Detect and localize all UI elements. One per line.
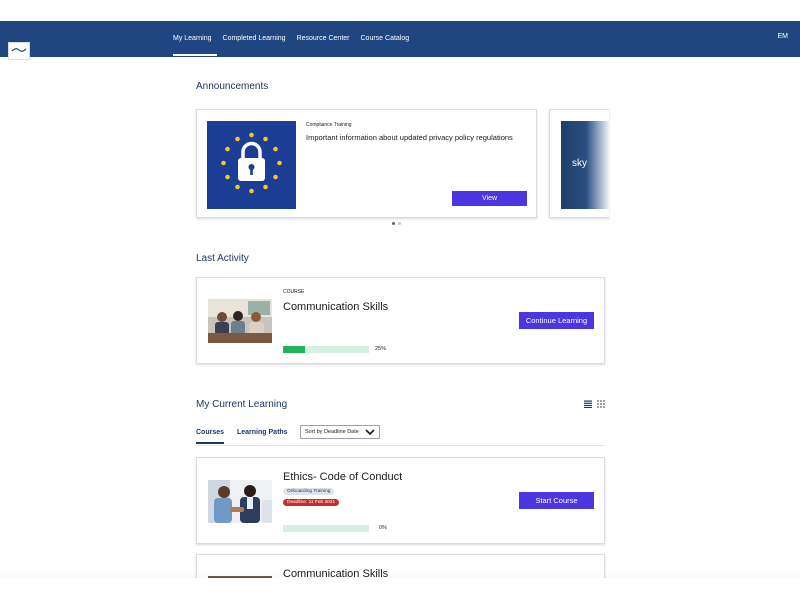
deadline-badge: Deadline: 11 Feb 2021 bbox=[283, 499, 340, 506]
course-tag-badge: Onboarding Training bbox=[283, 488, 335, 495]
nav-my-learning[interactable]: My Learning bbox=[173, 21, 217, 57]
course-card: Ethics- Code of Conduct Onboarding Train… bbox=[196, 457, 605, 544]
activity-progress-fill bbox=[283, 346, 305, 353]
announcement-card: Compliance Training Important informatio… bbox=[196, 109, 537, 218]
nav-course-catalog[interactable]: Course Catalog bbox=[361, 21, 415, 57]
communication-skills-thumbnail bbox=[208, 299, 272, 343]
course-progress-bar bbox=[283, 525, 369, 532]
activity-category: COURSE bbox=[283, 289, 305, 295]
sort-dropdown[interactable]: Sort by Deadline Date bbox=[300, 425, 380, 439]
activity-course-title: Communication Skills bbox=[283, 301, 389, 313]
announcement-image-text: sky bbox=[572, 158, 587, 169]
chevron-down-icon bbox=[365, 429, 375, 436]
handshake-image bbox=[208, 480, 272, 523]
continue-learning-button[interactable]: Continue Learning bbox=[519, 312, 594, 329]
carousel-dot-2[interactable] bbox=[398, 222, 401, 225]
user-avatar[interactable]: EM bbox=[778, 33, 789, 40]
nav-completed-learning[interactable]: Completed Learning bbox=[223, 21, 291, 57]
grid-view-icon[interactable] bbox=[597, 400, 605, 408]
company-logo[interactable] bbox=[8, 42, 30, 60]
activity-progress-label: 25% bbox=[375, 346, 387, 352]
padlock-icon bbox=[221, 132, 282, 194]
people-meeting-image bbox=[208, 299, 272, 343]
announcement-card-next[interactable]: sky bbox=[549, 109, 609, 218]
last-activity-card: COURSE Communication Skills 25% Continue… bbox=[196, 277, 605, 364]
announcement-text: Important information about updated priv… bbox=[306, 133, 513, 142]
announcement-category: Compliance Training bbox=[306, 122, 352, 128]
sort-label: Sort by Deadline Date bbox=[305, 429, 359, 435]
nav-resource-center[interactable]: Resource Center bbox=[297, 21, 355, 57]
course-progress-label: 0% bbox=[379, 525, 387, 531]
view-button[interactable]: View bbox=[452, 191, 527, 206]
activity-progress-bar bbox=[283, 346, 369, 353]
eu-privacy-lock-image bbox=[207, 121, 296, 209]
wave-logo-icon bbox=[11, 48, 27, 52]
tab-learning-paths[interactable]: Learning Paths bbox=[237, 429, 288, 442]
main-nav: My Learning Completed Learning Resource … bbox=[173, 21, 420, 57]
last-activity-title: Last Activity bbox=[196, 253, 249, 264]
ethics-course-thumbnail bbox=[208, 480, 272, 523]
current-learning-title: My Current Learning bbox=[196, 399, 288, 410]
tab-courses[interactable]: Courses bbox=[196, 429, 225, 444]
view-toggle bbox=[584, 400, 605, 408]
carousel-dots bbox=[392, 222, 401, 225]
start-course-button[interactable]: Start Course bbox=[519, 492, 594, 509]
list-view-icon[interactable] bbox=[584, 400, 592, 408]
course-title: Ethics- Code of Conduct bbox=[283, 471, 403, 483]
carousel-dot-1[interactable] bbox=[392, 222, 395, 225]
page-bottom-edge bbox=[0, 578, 800, 599]
announcements-title: Announcements bbox=[196, 81, 269, 92]
learning-tabs: Courses Learning Paths Sort by Deadline … bbox=[196, 424, 605, 446]
